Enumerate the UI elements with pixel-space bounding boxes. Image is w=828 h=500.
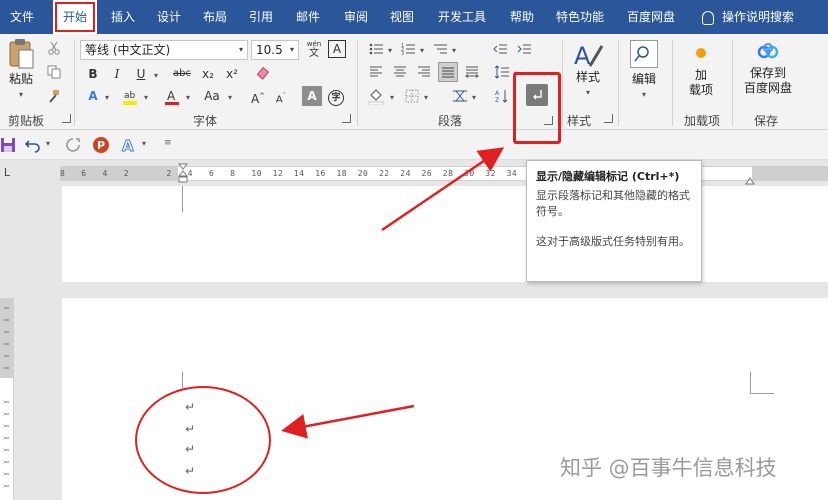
arrow-to-marks: [281, 404, 415, 439]
watermark: 知乎 @百事牛信息科技: [560, 456, 777, 480]
tooltip-line1: 显示段落标记和其他隐藏的格式符号。: [536, 189, 690, 218]
arrow-to-button: [381, 147, 505, 232]
annotation-arrows: [281, 147, 505, 439]
tooltip-line2: 这对于高级版式任务特别有用。: [536, 235, 690, 248]
tooltip-spacer: [536, 220, 692, 234]
tooltip: 显示/隐藏编辑标记 (Ctrl+*) 显示段落标记和其他隐藏的格式符号。 这对于…: [526, 160, 702, 282]
tooltip-title: 显示/隐藏编辑标记 (Ctrl+*): [536, 170, 680, 183]
